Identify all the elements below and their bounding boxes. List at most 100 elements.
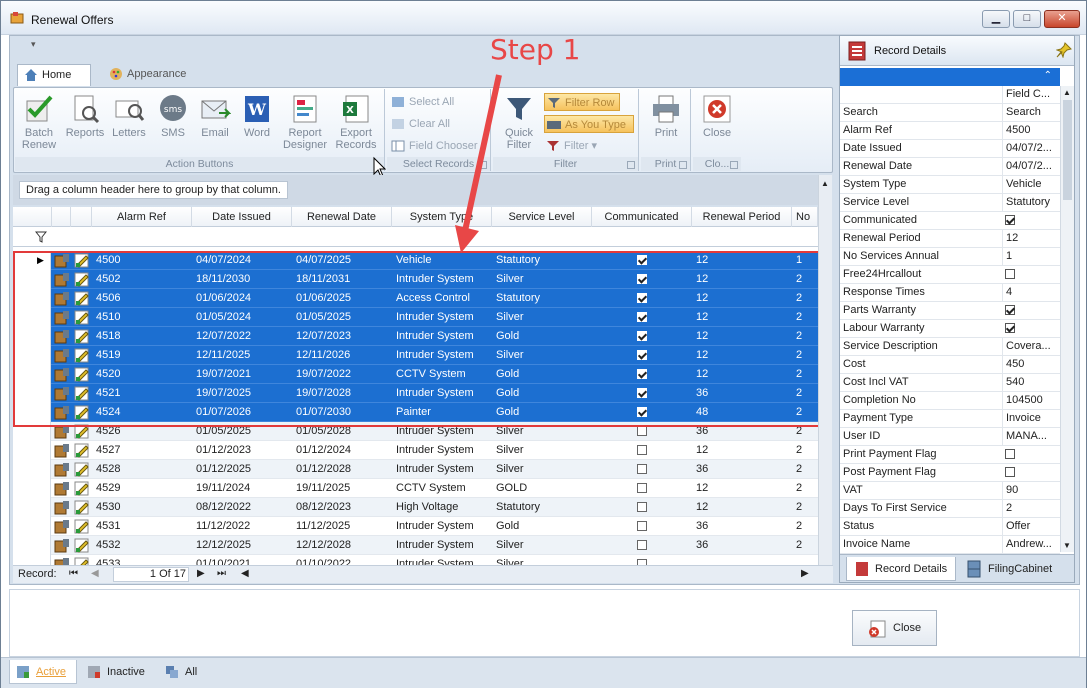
communicated-checkbox[interactable] — [637, 540, 647, 550]
property-row[interactable]: Completion No 104500 — [840, 392, 1060, 410]
tab-appearance[interactable]: Appearance — [103, 64, 203, 86]
property-value[interactable]: Statutory — [1002, 194, 1058, 211]
edit-record-icon[interactable] — [74, 538, 90, 553]
property-value[interactable]: 104500 — [1002, 392, 1058, 409]
communicated-checkbox[interactable] — [637, 521, 647, 531]
property-value[interactable]: 1 — [1002, 248, 1058, 265]
property-row[interactable]: Free24Hrcallout — [840, 266, 1060, 284]
table-row[interactable]: 4533 01/10/2021 01/10/2022 Intruder System S… — [13, 555, 818, 565]
property-row[interactable]: Alarm Ref 4500 — [840, 122, 1060, 140]
property-row[interactable]: User ID MANA... — [840, 428, 1060, 446]
edit-record-icon[interactable] — [74, 481, 90, 496]
property-row[interactable]: No Services Annual 1 — [840, 248, 1060, 266]
package-icon[interactable] — [54, 538, 70, 553]
property-row[interactable]: Renewal Period 12 — [840, 230, 1060, 248]
property-row[interactable]: Service Level Statutory — [840, 194, 1060, 212]
property-value[interactable]: Invoice — [1002, 410, 1058, 427]
edit-record-icon[interactable] — [74, 443, 90, 458]
row-indicator[interactable] — [13, 555, 51, 565]
row-indicator[interactable] — [13, 441, 51, 460]
filter-dropdown-button[interactable]: Filter ▾ — [544, 137, 597, 155]
edit-record-icon[interactable] — [74, 557, 90, 565]
communicated-checkbox[interactable] — [637, 483, 647, 493]
table-row[interactable]: 4527 01/12/2023 01/12/2024 Intruder System S… — [13, 441, 818, 460]
property-row[interactable]: Print Payment Flag — [840, 446, 1060, 464]
property-value[interactable]: MANA... — [1002, 428, 1058, 445]
filter-launcher[interactable] — [627, 161, 635, 169]
row-indicator[interactable] — [13, 460, 51, 479]
table-row[interactable]: 4529 19/11/2024 19/11/2025 CCTV System GOLD 1… — [13, 479, 818, 498]
select-all-button[interactable]: Select All — [389, 93, 454, 111]
property-row[interactable]: Renewal Date 04/07/2... — [840, 158, 1060, 176]
batch-renew-button[interactable]: Batch Renew — [17, 91, 61, 155]
ribbon-close-button[interactable]: Close — [695, 91, 739, 155]
scroll-up-icon[interactable]: ▲ — [821, 179, 829, 188]
tab-record-details[interactable]: Record Details — [846, 557, 956, 581]
next-record-icon[interactable]: ▶ — [197, 568, 205, 579]
column-renewal-period[interactable]: Renewal Period — [692, 207, 792, 227]
field-chooser-cell[interactable]: Field C... — [1002, 86, 1058, 103]
property-checkbox[interactable] — [1005, 215, 1015, 225]
edit-record-icon[interactable] — [74, 519, 90, 534]
property-checkbox[interactable] — [1005, 323, 1015, 333]
package-icon[interactable] — [54, 557, 70, 565]
property-row[interactable]: Communicated — [840, 212, 1060, 230]
package-icon[interactable] — [54, 500, 70, 515]
column-date-issued[interactable]: Date Issued — [192, 207, 292, 227]
property-checkbox[interactable] — [1005, 467, 1015, 477]
property-row[interactable]: VAT 90 — [840, 482, 1060, 500]
collapse-icon[interactable]: ⌃ — [1044, 70, 1052, 81]
minimize-button[interactable]: ▁ — [982, 10, 1010, 28]
property-value[interactable]: 12 — [1002, 230, 1058, 247]
property-value[interactable]: Covera... — [1002, 338, 1058, 355]
property-value[interactable]: 2 — [1002, 500, 1058, 517]
email-button[interactable]: Email — [193, 91, 237, 155]
filter-row-funnel-icon[interactable] — [35, 231, 47, 243]
export-records-button[interactable]: X Export Records — [331, 91, 381, 155]
property-value[interactable]: 4 — [1002, 284, 1058, 301]
communicated-checkbox[interactable] — [637, 426, 647, 436]
grid-vertical-scrollbar[interactable]: ▲ — [818, 175, 832, 565]
property-value[interactable]: 90 — [1002, 482, 1058, 499]
column-no-services[interactable]: No S — [792, 207, 818, 227]
as-you-type-toggle[interactable]: As You Type — [544, 115, 634, 133]
property-row[interactable]: Days To First Service 2 — [840, 500, 1060, 518]
first-record-icon[interactable]: ⏮ — [69, 568, 78, 579]
property-row[interactable]: Labour Warranty — [840, 320, 1060, 338]
column-renewal-date[interactable]: Renewal Date — [292, 207, 392, 227]
property-value[interactable]: 04/07/2... — [1002, 158, 1058, 175]
sms-button[interactable]: sms SMS — [151, 91, 195, 155]
property-row[interactable]: Post Payment Flag — [840, 464, 1060, 482]
clear-all-button[interactable]: Clear All — [389, 115, 450, 133]
property-row[interactable]: Search Search — [840, 104, 1060, 122]
reports-button[interactable]: Reports — [63, 91, 107, 155]
tab-all[interactable]: All — [159, 660, 209, 684]
report-designer-button[interactable]: Report Designer — [279, 91, 331, 155]
group-by-panel[interactable]: Drag a column header here to group by th… — [13, 175, 818, 205]
tab-home[interactable]: Home — [17, 64, 91, 86]
scroll-right-icon[interactable]: ▶ — [801, 568, 809, 579]
property-checkbox[interactable] — [1005, 449, 1015, 459]
property-value[interactable]: Vehicle — [1002, 176, 1058, 193]
tab-filing-cabinet[interactable]: FilingCabinet — [960, 557, 1072, 581]
quick-access-toolbar[interactable]: ▾ — [31, 39, 36, 50]
property-row[interactable]: Date Issued 04/07/2... — [840, 140, 1060, 158]
communicated-checkbox[interactable] — [637, 502, 647, 512]
property-value[interactable]: Search — [1002, 104, 1058, 121]
close-window-button[interactable]: ✕ — [1044, 10, 1080, 28]
record-details-collapse-bar[interactable]: ⌃ — [840, 68, 1060, 86]
record-details-scrollbar[interactable]: ▲ ▼ — [1060, 86, 1074, 552]
column-communicated[interactable]: Communicated — [592, 207, 692, 227]
letters-button[interactable]: Letters — [107, 91, 151, 155]
property-row[interactable]: Status Offer — [840, 518, 1060, 536]
word-button[interactable]: W Word — [235, 91, 279, 155]
maximize-button[interactable]: □ — [1013, 10, 1041, 28]
property-checkbox[interactable] — [1005, 305, 1015, 315]
last-record-icon[interactable]: ⏭ — [217, 568, 226, 579]
row-indicator[interactable] — [13, 479, 51, 498]
package-icon[interactable] — [54, 481, 70, 496]
communicated-checkbox[interactable] — [637, 464, 647, 474]
table-row[interactable]: 4532 12/12/2025 12/12/2028 Intruder System S… — [13, 536, 818, 555]
tab-inactive[interactable]: Inactive — [81, 660, 155, 684]
package-icon[interactable] — [54, 519, 70, 534]
